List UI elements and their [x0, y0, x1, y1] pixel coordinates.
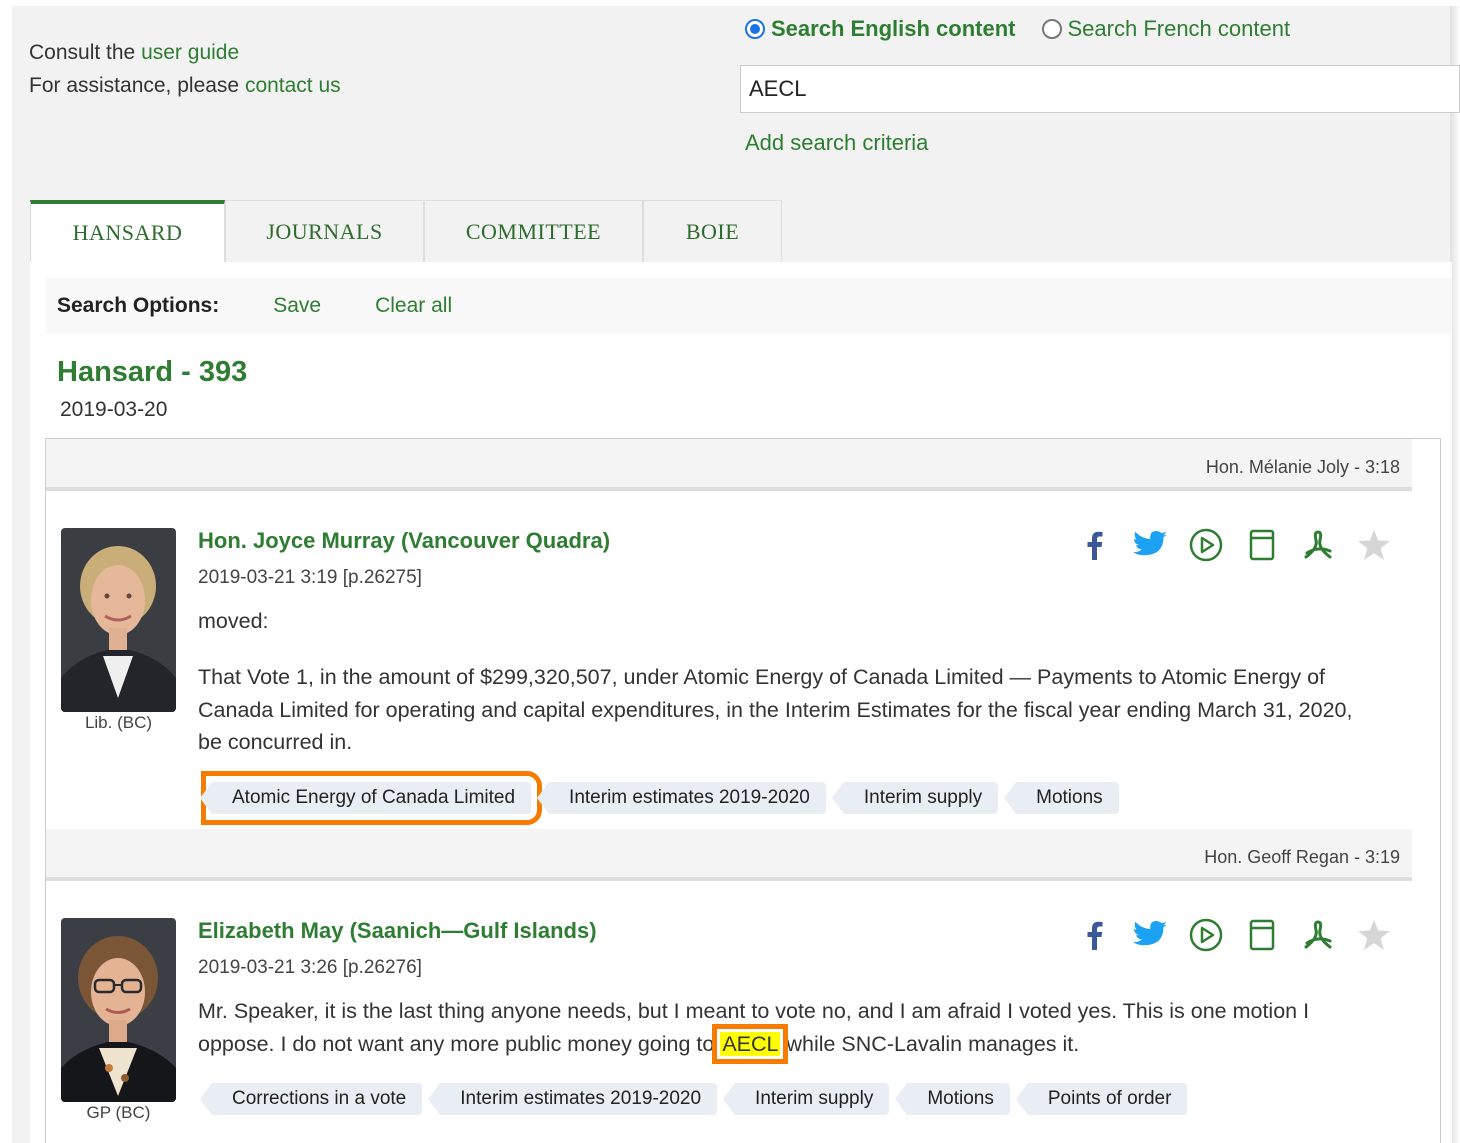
- subject-tags: Corrections in a vote Interim estimates …: [199, 1083, 1205, 1115]
- intervention-intro: moved:: [198, 609, 269, 633]
- speaker-name-link[interactable]: Elizabeth May (Saanich—Gulf Islands): [198, 918, 597, 944]
- search-options-title: Search Options:: [57, 294, 220, 317]
- french-label[interactable]: Search French content: [1068, 16, 1291, 42]
- english-label[interactable]: Search English content: [771, 16, 1016, 42]
- radio-english[interactable]: [745, 19, 765, 39]
- tab-journals[interactable]: JOURNALS: [225, 200, 424, 262]
- previous-speaker-bar[interactable]: Hon. Geoff Regan - 3:19: [46, 829, 1412, 881]
- share-toolbar: [1066, 915, 1402, 955]
- subject-tags: Atomic Energy of Canada Limited Interim …: [199, 771, 1137, 825]
- user-guide-link[interactable]: user guide: [141, 41, 239, 64]
- tag-interim-estimates[interactable]: Interim estimates 2019-2020: [537, 782, 826, 814]
- facebook-icon[interactable]: [1066, 525, 1122, 565]
- tag-motions[interactable]: Motions: [1004, 782, 1119, 814]
- speaker-photo[interactable]: [61, 528, 176, 712]
- play-icon[interactable]: [1178, 525, 1234, 565]
- previous-speaker-bar[interactable]: Hon. Mélanie Joly - 3:18: [46, 439, 1412, 491]
- search-options-bar: Search Options: Save Clear all: [46, 278, 1452, 334]
- help-links: Consult the user guide For assistance, p…: [29, 36, 341, 102]
- contact-line: For assistance, please contact us: [29, 74, 341, 97]
- results-list: Hon. Mélanie Joly - 3:18 Lib. (BC) Hon. …: [45, 438, 1441, 1143]
- tag-interim-estimates[interactable]: Interim estimates 2019-2020: [428, 1083, 718, 1115]
- twitter-icon[interactable]: [1122, 525, 1178, 565]
- play-icon[interactable]: [1178, 915, 1234, 955]
- bookmark-icon[interactable]: [1234, 915, 1290, 955]
- search-input[interactable]: [740, 65, 1460, 113]
- bookmark-icon[interactable]: [1234, 525, 1290, 565]
- clear-all-link[interactable]: Clear all: [375, 294, 452, 318]
- pdf-icon[interactable]: [1290, 525, 1346, 565]
- radio-french[interactable]: [1041, 19, 1062, 39]
- share-toolbar: [1066, 525, 1402, 565]
- star-icon[interactable]: [1346, 915, 1402, 955]
- result-card: Lib. (BC) Hon. Joyce Murray (Vancouver Q…: [46, 495, 1412, 829]
- twitter-icon[interactable]: [1122, 915, 1178, 955]
- intervention-meta: 2019-03-21 3:19 [p.26275]: [198, 567, 422, 588]
- add-search-criteria-link[interactable]: Add search criteria: [745, 130, 928, 156]
- language-selector: Search English content Search French con…: [745, 16, 1290, 42]
- save-link[interactable]: Save: [273, 294, 321, 318]
- tag-atomic-energy[interactable]: Atomic Energy of Canada Limited: [199, 771, 543, 825]
- tab-hansard[interactable]: HANSARD: [30, 200, 225, 262]
- search-term-highlight: AECL: [712, 1023, 789, 1064]
- user-guide-line: Consult the user guide: [29, 41, 240, 64]
- speaker-name-link[interactable]: Hon. Joyce Murray (Vancouver Quadra): [198, 528, 610, 554]
- tab-committee[interactable]: COMMITTEE: [424, 200, 643, 262]
- intervention-text: Mr. Speaker, it is the last thing anyone…: [198, 999, 1310, 1064]
- result-card: GP (BC) Elizabeth May (Saanich—Gulf Isla…: [46, 885, 1412, 1143]
- tag-interim-supply[interactable]: Interim supply: [723, 1083, 890, 1115]
- content-tabs: HANSARD JOURNALS COMMITTEE BOIE: [30, 200, 782, 262]
- contact-us-link[interactable]: contact us: [245, 74, 341, 97]
- pdf-icon[interactable]: [1290, 915, 1346, 955]
- tag-interim-supply[interactable]: Interim supply: [831, 782, 999, 814]
- hansard-date: 2019-03-20: [60, 398, 168, 421]
- speaker-affiliation: Lib. (BC): [84, 713, 153, 732]
- intervention-text: That Vote 1, in the amount of $299,320,5…: [198, 665, 1353, 754]
- speaker-photo[interactable]: [61, 918, 176, 1102]
- facebook-icon[interactable]: [1066, 915, 1122, 955]
- hansard-title: Hansard - 393: [57, 356, 248, 388]
- star-icon[interactable]: [1346, 525, 1402, 565]
- tag-motions[interactable]: Motions: [895, 1083, 1010, 1115]
- intervention-meta: 2019-03-21 3:26 [p.26276]: [198, 957, 422, 978]
- speaker-affiliation: GP (BC): [86, 1103, 151, 1122]
- tag-corrections-in-a-vote[interactable]: Corrections in a vote: [199, 1083, 423, 1115]
- tag-points-of-order[interactable]: Points of order: [1015, 1083, 1188, 1115]
- tab-boie[interactable]: BOIE: [643, 200, 782, 262]
